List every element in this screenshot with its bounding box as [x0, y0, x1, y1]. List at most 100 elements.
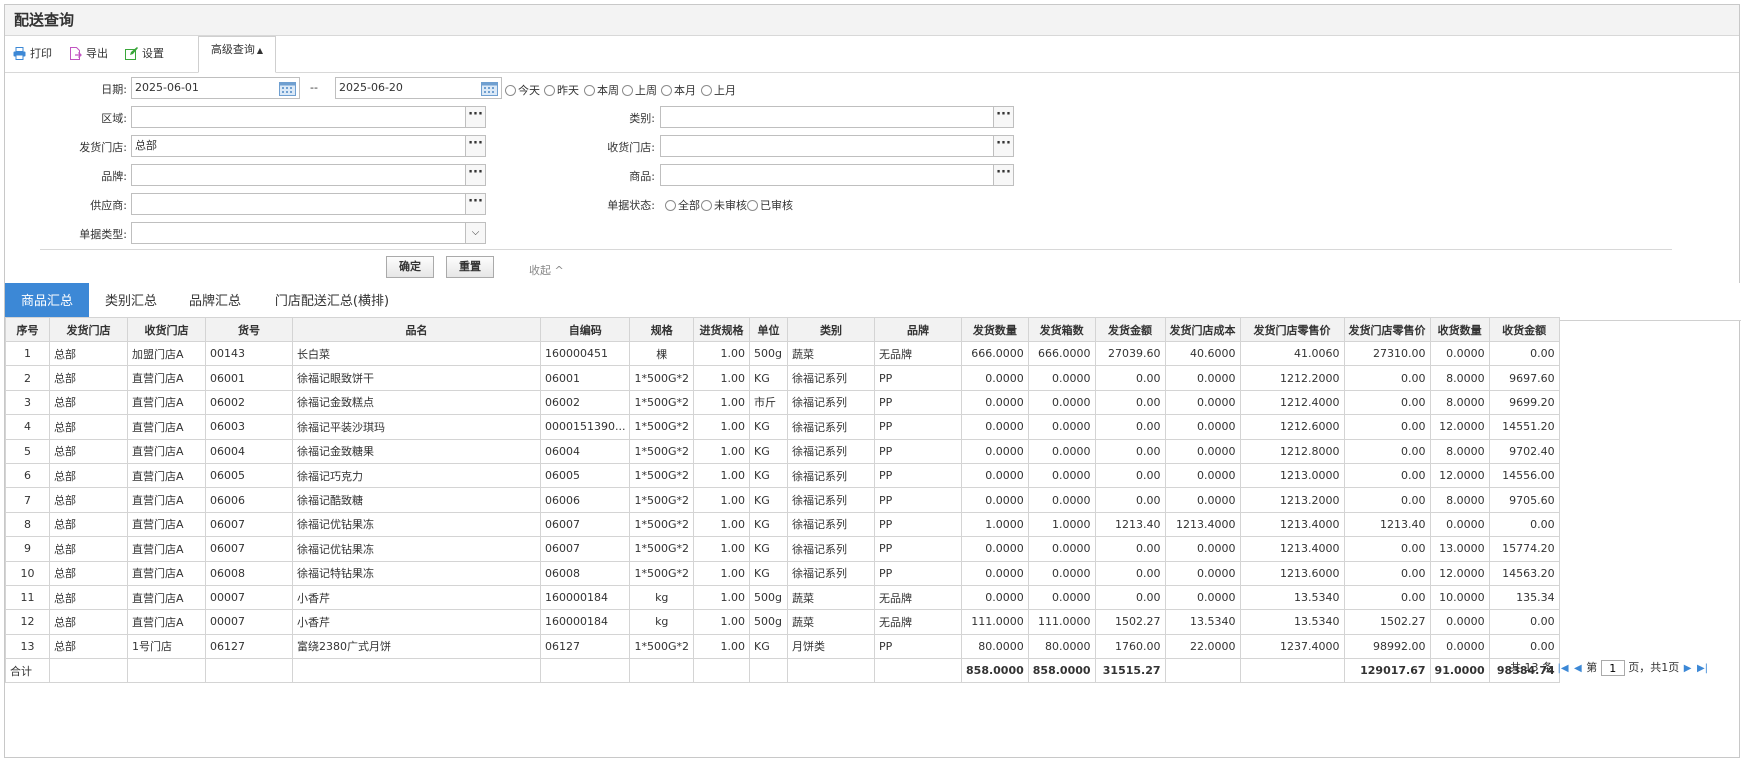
table-cell: 徐福记巧克力	[292, 462, 541, 489]
date-from-input[interactable]: 2025-06-01	[131, 77, 300, 99]
table-row[interactable]: 4 总部 直营门店A 06003 徐福记平装沙琪玛 0000151390... 1*500G…	[5, 414, 1560, 440]
goods-more-button[interactable]: ···	[993, 164, 1014, 186]
pager-prefix: 第	[1586, 661, 1598, 674]
advanced-query-tab[interactable]: 高级查询 ▲	[198, 36, 276, 73]
column-header[interactable]: 进货规格	[693, 317, 751, 342]
send-store-input[interactable]: 总部	[131, 135, 466, 157]
table-cell: 1213.4000	[1239, 511, 1345, 538]
column-header[interactable]: 收货金额	[1488, 317, 1560, 342]
send-store-more-button[interactable]: ···	[465, 135, 486, 157]
region-input[interactable]	[131, 106, 466, 128]
export-button[interactable]: 导出	[69, 45, 108, 63]
reset-button[interactable]: 重置	[446, 256, 494, 278]
supplier-input[interactable]	[131, 193, 466, 215]
chevron-down-icon[interactable]: ⌵	[465, 222, 486, 244]
total-cell	[749, 658, 789, 684]
column-header[interactable]: 单位	[749, 317, 789, 342]
table-row[interactable]: 12 总部 直营门店A 00007 小香芹 160000184 kg 1.00 500g 蔬菜 无品…	[5, 609, 1560, 635]
table-row[interactable]: 5 总部 直营门店A 06004 徐福记金致糖果 06004 1*500G*2 1.00 KG 徐…	[5, 438, 1560, 464]
table-cell: 徐福记系列	[787, 511, 876, 538]
column-header[interactable]: 品牌	[874, 317, 963, 342]
table-cell: 2	[5, 365, 50, 391]
total-cell	[292, 658, 541, 684]
column-header[interactable]: 发货门店零售价	[1343, 317, 1431, 342]
table-cell: 06002	[539, 389, 631, 416]
prev-page-icon[interactable]: ◀	[1574, 663, 1582, 674]
table-cell: 0.0000	[1164, 414, 1241, 440]
table-row[interactable]: 7 总部 直营门店A 06006 徐福记酷致糖 06006 1*500G*2 1.00 KG 徐福…	[5, 487, 1560, 513]
tab-category-summary[interactable]: 类别汇总	[89, 283, 173, 321]
table-row[interactable]: 9 总部 直营门店A 06007 徐福记优钻果冻 06007 1*500G*2 1.00 KG 徐…	[5, 536, 1560, 562]
radio-this-week[interactable]: 本周	[584, 82, 619, 98]
advanced-query-label: 高级查询	[210, 43, 255, 56]
column-header[interactable]: 收货数量	[1429, 317, 1490, 342]
column-header[interactable]: 类别	[787, 317, 876, 342]
collapse-link[interactable]: 收起 ^	[529, 262, 564, 278]
column-header[interactable]: 发货门店	[49, 317, 128, 342]
page-number-input[interactable]	[1600, 660, 1625, 676]
first-page-icon[interactable]: |◀	[1557, 663, 1568, 674]
last-page-icon[interactable]: ▶|	[1697, 663, 1708, 674]
column-header[interactable]: 发货金额	[1094, 317, 1166, 342]
brand-input[interactable]	[131, 164, 466, 186]
tab-brand-summary[interactable]: 品牌汇总	[173, 283, 257, 321]
supplier-more-button[interactable]: ···	[465, 193, 486, 215]
radio-last-month[interactable]: 上月	[701, 82, 736, 98]
table-row[interactable]: 8 总部 直营门店A 06007 徐福记优钻果冻 06007 1*500G*2 1.00 KG 徐…	[5, 511, 1560, 538]
calendar-icon[interactable]	[481, 80, 498, 96]
radio-status-unapproved[interactable]: 未审核	[701, 197, 747, 213]
table-cell: 12	[5, 609, 50, 635]
radio-last-week[interactable]: 上周	[622, 82, 657, 98]
print-button[interactable]: 打印	[13, 45, 52, 63]
column-header[interactable]: 发货箱数	[1027, 317, 1096, 342]
table-cell: 06001	[205, 365, 293, 391]
table-row[interactable]: 13 总部 1号门店 06127 富绕2380广式月饼 06127 1*500G*2 1.00…	[5, 633, 1560, 660]
next-page-icon[interactable]: ▶	[1684, 663, 1692, 674]
column-header[interactable]: 品名	[292, 317, 541, 342]
column-header[interactable]: 发货门店零售价	[1239, 317, 1345, 342]
date-to-input[interactable]: 2025-06-20	[335, 77, 502, 99]
category-more-button[interactable]: ···	[993, 106, 1014, 128]
table-row[interactable]: 2 总部 直营门店A 06001 徐福记眼致饼干 06001 1*500G*2 1.00 KG 徐…	[5, 365, 1560, 391]
total-cell: 858.0000	[1027, 658, 1096, 684]
radio-status-approved[interactable]: 已审核	[747, 197, 793, 213]
column-header[interactable]: 收货门店	[127, 317, 206, 342]
radio-status-all[interactable]: 全部	[665, 197, 700, 213]
table-row[interactable]: 3 总部 直营门店A 06002 徐福记金致糕点 06002 1*500G*2 1.00 市斤徐…	[5, 389, 1560, 416]
radio-this-month[interactable]: 本月	[661, 82, 696, 98]
tab-store-summary[interactable]: 门店配送汇总(横排)	[257, 283, 407, 321]
table-row[interactable]: 1 总部 加盟门店A 00143 长白菜 160000451 棵 1.00 500g 蔬菜 无品牌 6…	[5, 340, 1560, 367]
table-row[interactable]: 6 总部 直营门店A 06005 徐福记巧克力 06005 1*500G*2 1.00 KG 徐福…	[5, 462, 1560, 489]
column-header[interactable]: 货号	[205, 317, 293, 342]
table-cell: PP	[874, 414, 963, 440]
table-cell: PP	[874, 438, 963, 464]
settings-button[interactable]: 设置	[125, 45, 164, 63]
column-header[interactable]: 发货门店成本	[1164, 317, 1241, 342]
table-cell: 加盟门店A	[127, 340, 206, 367]
recv-store-more-button[interactable]: ···	[993, 135, 1014, 157]
total-cell	[874, 658, 963, 684]
table-row[interactable]: 10 总部 直营门店A 06008 徐福记特钻果冻 06008 1*500G*2 1.00 KG…	[5, 560, 1560, 586]
radio-today[interactable]: 今天	[505, 82, 540, 98]
brand-more-button[interactable]: ···	[465, 164, 486, 186]
table-row[interactable]: 11 总部 直营门店A 00007 小香芹 160000184 kg 1.00 500g 蔬菜 无品…	[5, 584, 1560, 611]
column-header[interactable]: 序号	[5, 317, 50, 342]
recv-store-input[interactable]	[660, 135, 994, 157]
table-cell: 0.0000	[961, 560, 1029, 586]
table-cell: PP	[874, 389, 963, 416]
table-cell: 1.00	[693, 414, 751, 440]
doc-type-select[interactable]	[131, 222, 466, 244]
region-more-button[interactable]: ···	[465, 106, 486, 128]
category-input[interactable]	[660, 106, 994, 128]
total-cell: 31515.27	[1094, 658, 1166, 684]
table-cell: KG	[749, 414, 789, 440]
tab-goods-summary[interactable]: 商品汇总	[5, 283, 89, 321]
goods-input[interactable]	[660, 164, 994, 186]
confirm-button[interactable]: 确定	[386, 256, 434, 278]
table-cell: 徐福记系列	[787, 536, 876, 562]
calendar-icon[interactable]	[279, 80, 296, 96]
radio-yesterday[interactable]: 昨天	[544, 82, 579, 98]
column-header[interactable]: 发货数量	[961, 317, 1029, 342]
column-header[interactable]: 自编码	[539, 317, 631, 342]
column-header[interactable]: 规格	[629, 317, 695, 342]
